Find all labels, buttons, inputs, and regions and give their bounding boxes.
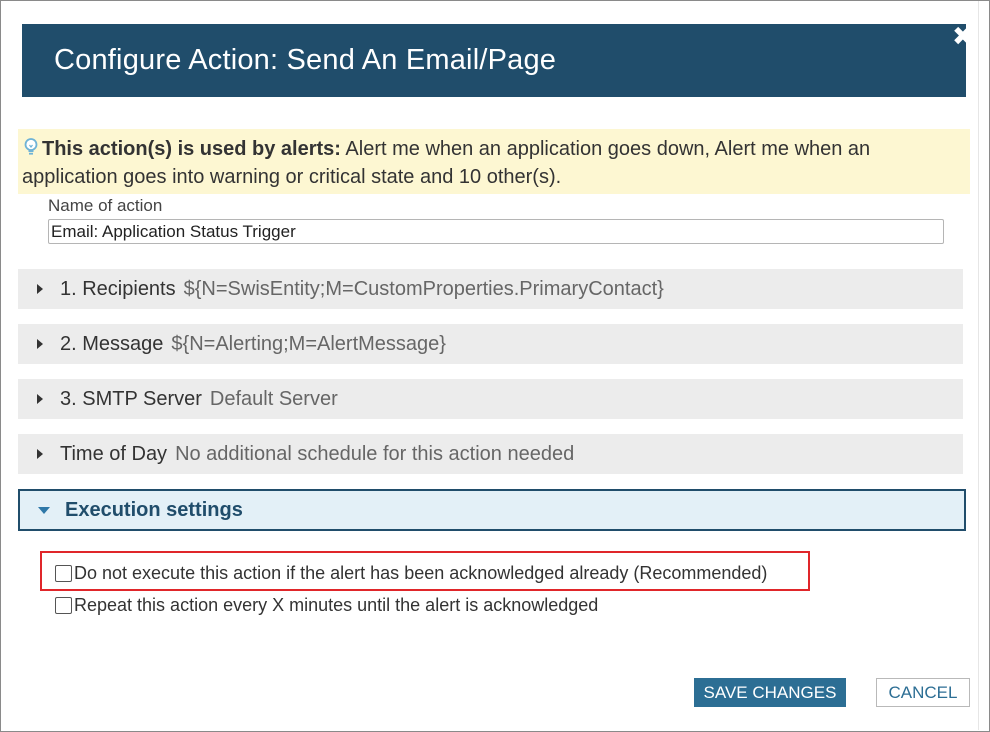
checkbox-label: Do not execute this action if the alert … (74, 563, 768, 583)
action-name-label: Name of action (48, 196, 163, 215)
section-detail: ${N=Alerting;M=AlertMessage} (171, 332, 446, 355)
section-title: 2. Message (60, 332, 164, 355)
checkbox[interactable] (55, 565, 72, 582)
section-message[interactable]: 2. Message ${N=Alerting;M=AlertMessage} (18, 324, 963, 364)
option-skip-if-acknowledged[interactable]: Do not execute this action if the alert … (55, 563, 767, 584)
section-title: 3. SMTP Server (60, 387, 202, 410)
section-detail: ${N=SwisEntity;M=CustomProperties.Primar… (183, 277, 664, 300)
option-repeat-action[interactable]: Repeat this action every X minutes until… (55, 595, 598, 616)
alerts-info-banner: This action(s) is used by alerts: Alert … (18, 129, 970, 194)
close-icon[interactable]: ✖ (952, 23, 974, 49)
scrollbar-track[interactable] (978, 1, 989, 730)
section-detail: No additional schedule for this action n… (175, 442, 575, 465)
expand-caret-icon (37, 339, 43, 349)
checkbox[interactable] (55, 597, 72, 614)
section-title: Execution settings (65, 498, 243, 521)
collapse-caret-icon (38, 506, 50, 514)
lightbulb-icon (22, 137, 40, 157)
cancel-button[interactable]: CANCEL (876, 678, 970, 707)
dialog (0, 0, 990, 732)
dialog-title: Configure Action: Send An Email/Page (54, 44, 557, 76)
section-time-of-day[interactable]: Time of Day No additional schedule for t… (18, 434, 963, 474)
expand-caret-icon (37, 449, 43, 459)
section-execution-settings[interactable]: Execution settings (18, 489, 966, 531)
section-title: 1. Recipients (60, 277, 176, 300)
section-detail: Default Server (209, 387, 338, 410)
action-name-input[interactable] (48, 219, 944, 244)
section-title: Time of Day (60, 442, 168, 465)
expand-caret-icon (37, 284, 43, 294)
section-recipients[interactable]: 1. Recipients ${N=SwisEntity;M=CustomPro… (18, 269, 963, 309)
banner-heading: This action(s) is used by alerts: (42, 138, 341, 160)
checkbox-label: Repeat this action every X minutes until… (74, 595, 599, 615)
section-smtp-server[interactable]: 3. SMTP Server Default Server (18, 379, 963, 419)
dialog-title-bar: Configure Action: Send An Email/Page (22, 24, 966, 97)
expand-caret-icon (37, 394, 43, 404)
save-changes-button[interactable]: SAVE CHANGES (694, 678, 846, 707)
